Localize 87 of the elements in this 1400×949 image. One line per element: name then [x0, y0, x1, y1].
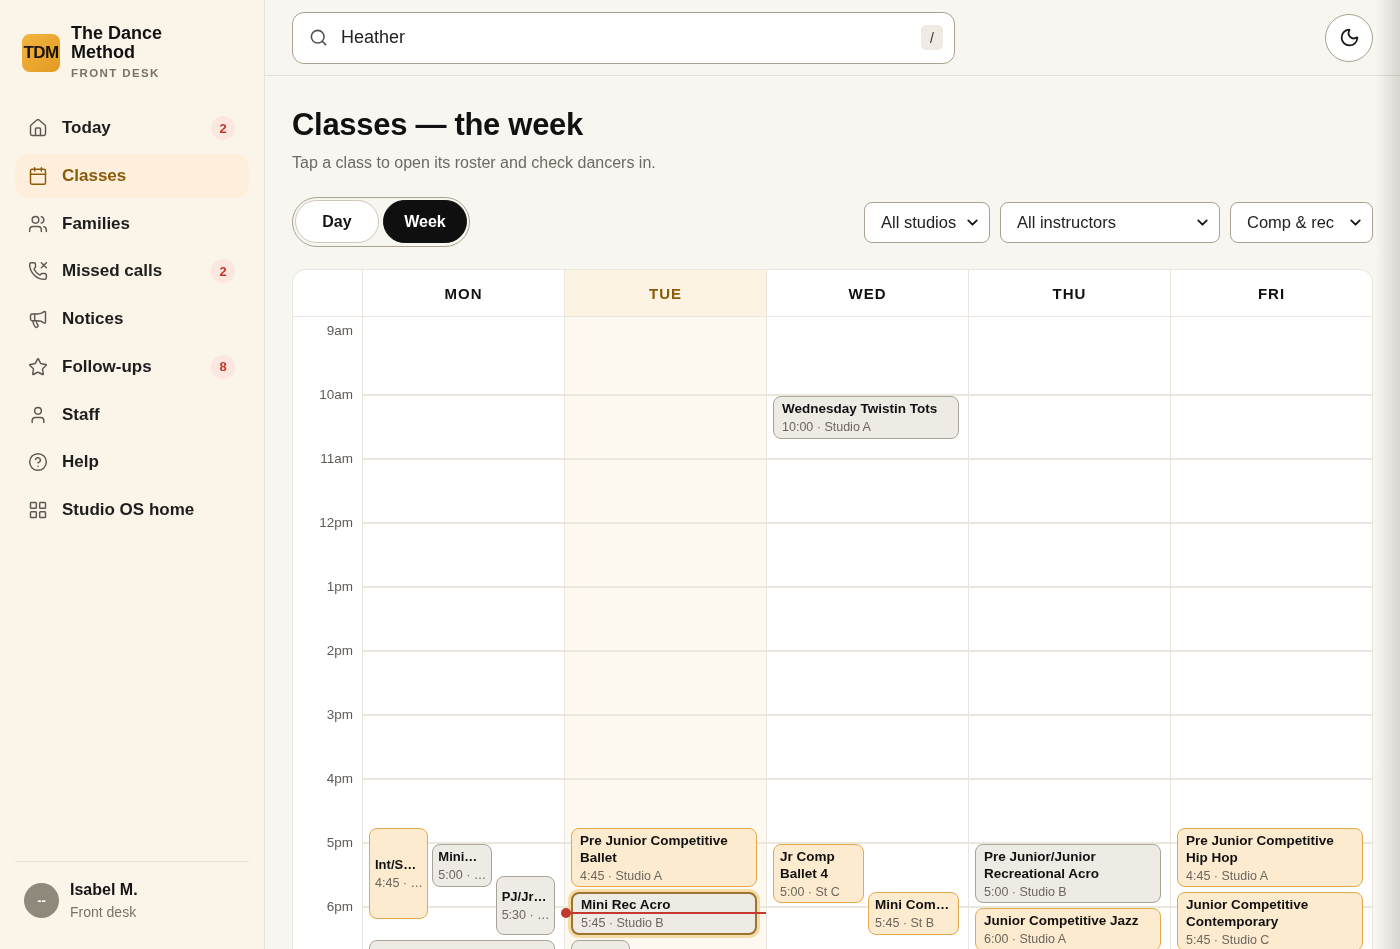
count-badge: 2: [211, 116, 235, 140]
class-details: 4:45 · Studio A: [580, 867, 663, 884]
nav-item[interactable]: Follow-ups 8: [15, 344, 249, 389]
class-details: 5:45 · St B: [875, 915, 936, 931]
star-icon: [28, 356, 48, 377]
filter-select[interactable]: Comp & rec: [1230, 201, 1373, 243]
class-title: Jr Comp Ballet 4: [780, 847, 836, 882]
nav-item[interactable]: Help: [15, 440, 249, 485]
class-event[interactable]: Pre Junior Competitive Ballet 4:45 · Studio A: [571, 828, 757, 887]
hour-label: 3pm: [326, 707, 353, 723]
class-event[interactable]: Pre Junior Competitive Hip Hop 4:45 · Studio A: [1177, 828, 1363, 887]
class-title: PJ/Jr…: [501, 888, 548, 905]
user-name: Isabel M.: [70, 880, 138, 899]
day-header: TUE: [564, 270, 766, 316]
count-badge: 2: [211, 259, 235, 284]
class-event[interactable]: PJ/Jr… 5:30 · …: [495, 876, 555, 935]
class-details: 10:00 · Studio A: [782, 419, 872, 435]
class-title: Mini…: [438, 848, 479, 865]
class-event[interactable]: Junior Competitive Jazz 6:00 · Studio A: [975, 908, 1161, 949]
hour-label: 5pm: [326, 835, 353, 851]
class-details: 5:45 · Studio B: [581, 915, 665, 931]
class-event[interactable]: Int/S… 4:45 · …: [369, 828, 429, 919]
calendar-icon: [28, 165, 48, 186]
count-badge: 8: [211, 354, 235, 379]
class-title: Wednesday Twistin Tots: [782, 400, 939, 417]
class-event[interactable]: Junior Competitive Contemporary 5:45 · Studio C: [1177, 892, 1363, 949]
class-details: 4:45 · Studio A: [1186, 867, 1269, 884]
filter-select[interactable]: All studios: [864, 201, 990, 243]
users-icon: [28, 213, 48, 234]
class-title: Mini Rec Acro: [581, 896, 672, 913]
class-event[interactable]: Mini… 5:00 · …: [432, 844, 492, 887]
class-details: 5:45 · Studio C: [1186, 931, 1271, 948]
class-details: 5:00 · …: [438, 867, 486, 883]
class-event[interactable]: Mini Com… 5:45 · St B: [868, 892, 959, 935]
nav-item[interactable]: Studio OS home: [15, 488, 249, 532]
class-details: 4:45 · …: [375, 875, 423, 891]
home-icon: [28, 118, 48, 138]
hour-label: 2pm: [326, 643, 353, 659]
class-title: Int/S…: [375, 856, 418, 873]
class-event[interactable]: Jr Comp Ballet 4 5:00 · St C: [773, 844, 864, 903]
class-details: 5:30 · …: [501, 907, 549, 923]
nav-item[interactable]: Classes: [15, 153, 249, 198]
hour-label: 1pm: [326, 579, 353, 595]
class-title: Pre Junior Competitive Hip Hop: [1186, 831, 1335, 866]
hour-label: 12pm: [319, 515, 353, 531]
hour-label: 11am: [320, 451, 353, 467]
shortcut-key: /: [921, 25, 943, 50]
class-details: 5:00 · Studio B: [984, 883, 1068, 900]
moon-icon: [1338, 27, 1360, 48]
brand-name: The Dance Method: [71, 24, 164, 62]
brand-subtitle: FRONT DESK: [71, 67, 161, 80]
filter-select[interactable]: All instructors: [1000, 201, 1220, 243]
class-details: 5:00 · St C: [780, 883, 841, 900]
megaphone-icon: [28, 309, 48, 329]
class-details: 6:00 · Studio A: [984, 931, 1067, 947]
nav-item[interactable]: Notices: [15, 297, 249, 341]
class-event[interactable]: Mini Rec Acro 5:45 · Studio B: [571, 892, 757, 935]
page-subtitle: Tap a class to open its roster and check dancers in.: [292, 153, 657, 173]
view-tab[interactable]: Week: [383, 200, 467, 243]
grid-icon: [28, 500, 48, 520]
page-title: Classes — the week: [292, 107, 584, 143]
nav-item[interactable]: Families: [15, 201, 249, 246]
nav-item[interactable]: Today 2: [15, 106, 249, 150]
day-header: FRI: [1170, 270, 1372, 316]
class-title: Junior Competitive Jazz: [984, 912, 1140, 929]
brand-logo: TDM: [22, 34, 60, 72]
class-title: Mini Com…: [875, 896, 951, 913]
nav-item[interactable]: Staff: [15, 392, 249, 437]
missed-call-icon: [28, 261, 48, 282]
help-icon: [28, 452, 48, 473]
class-event[interactable]: Wednesday Twistin Tots 10:00 · Studio A: [773, 396, 959, 439]
avatar: --: [24, 883, 59, 918]
user-role: Front desk: [70, 904, 138, 921]
theme-toggle-button[interactable]: [1325, 13, 1373, 62]
class-title: Pre Junior Competitive Ballet: [580, 831, 729, 866]
user-icon: [28, 404, 48, 425]
view-tab[interactable]: Day: [295, 200, 379, 243]
nav-item[interactable]: Missed calls 2: [15, 249, 249, 294]
class-event[interactable]: Pre Junior/Junior Recreational Acro 5:00 · Studio B: [975, 844, 1161, 903]
class-title: Pre Junior/Junior Recreational Acro: [984, 847, 1101, 882]
hour-label: 9am: [326, 323, 353, 339]
search-icon: [309, 28, 328, 47]
hour-label: 4pm: [326, 771, 353, 787]
class-title: Junior Competitive Contemporary: [1186, 895, 1310, 930]
search-field[interactable]: Heather /: [292, 11, 955, 64]
hour-label: 10am: [319, 387, 353, 403]
hour-label: 6pm: [326, 899, 353, 915]
